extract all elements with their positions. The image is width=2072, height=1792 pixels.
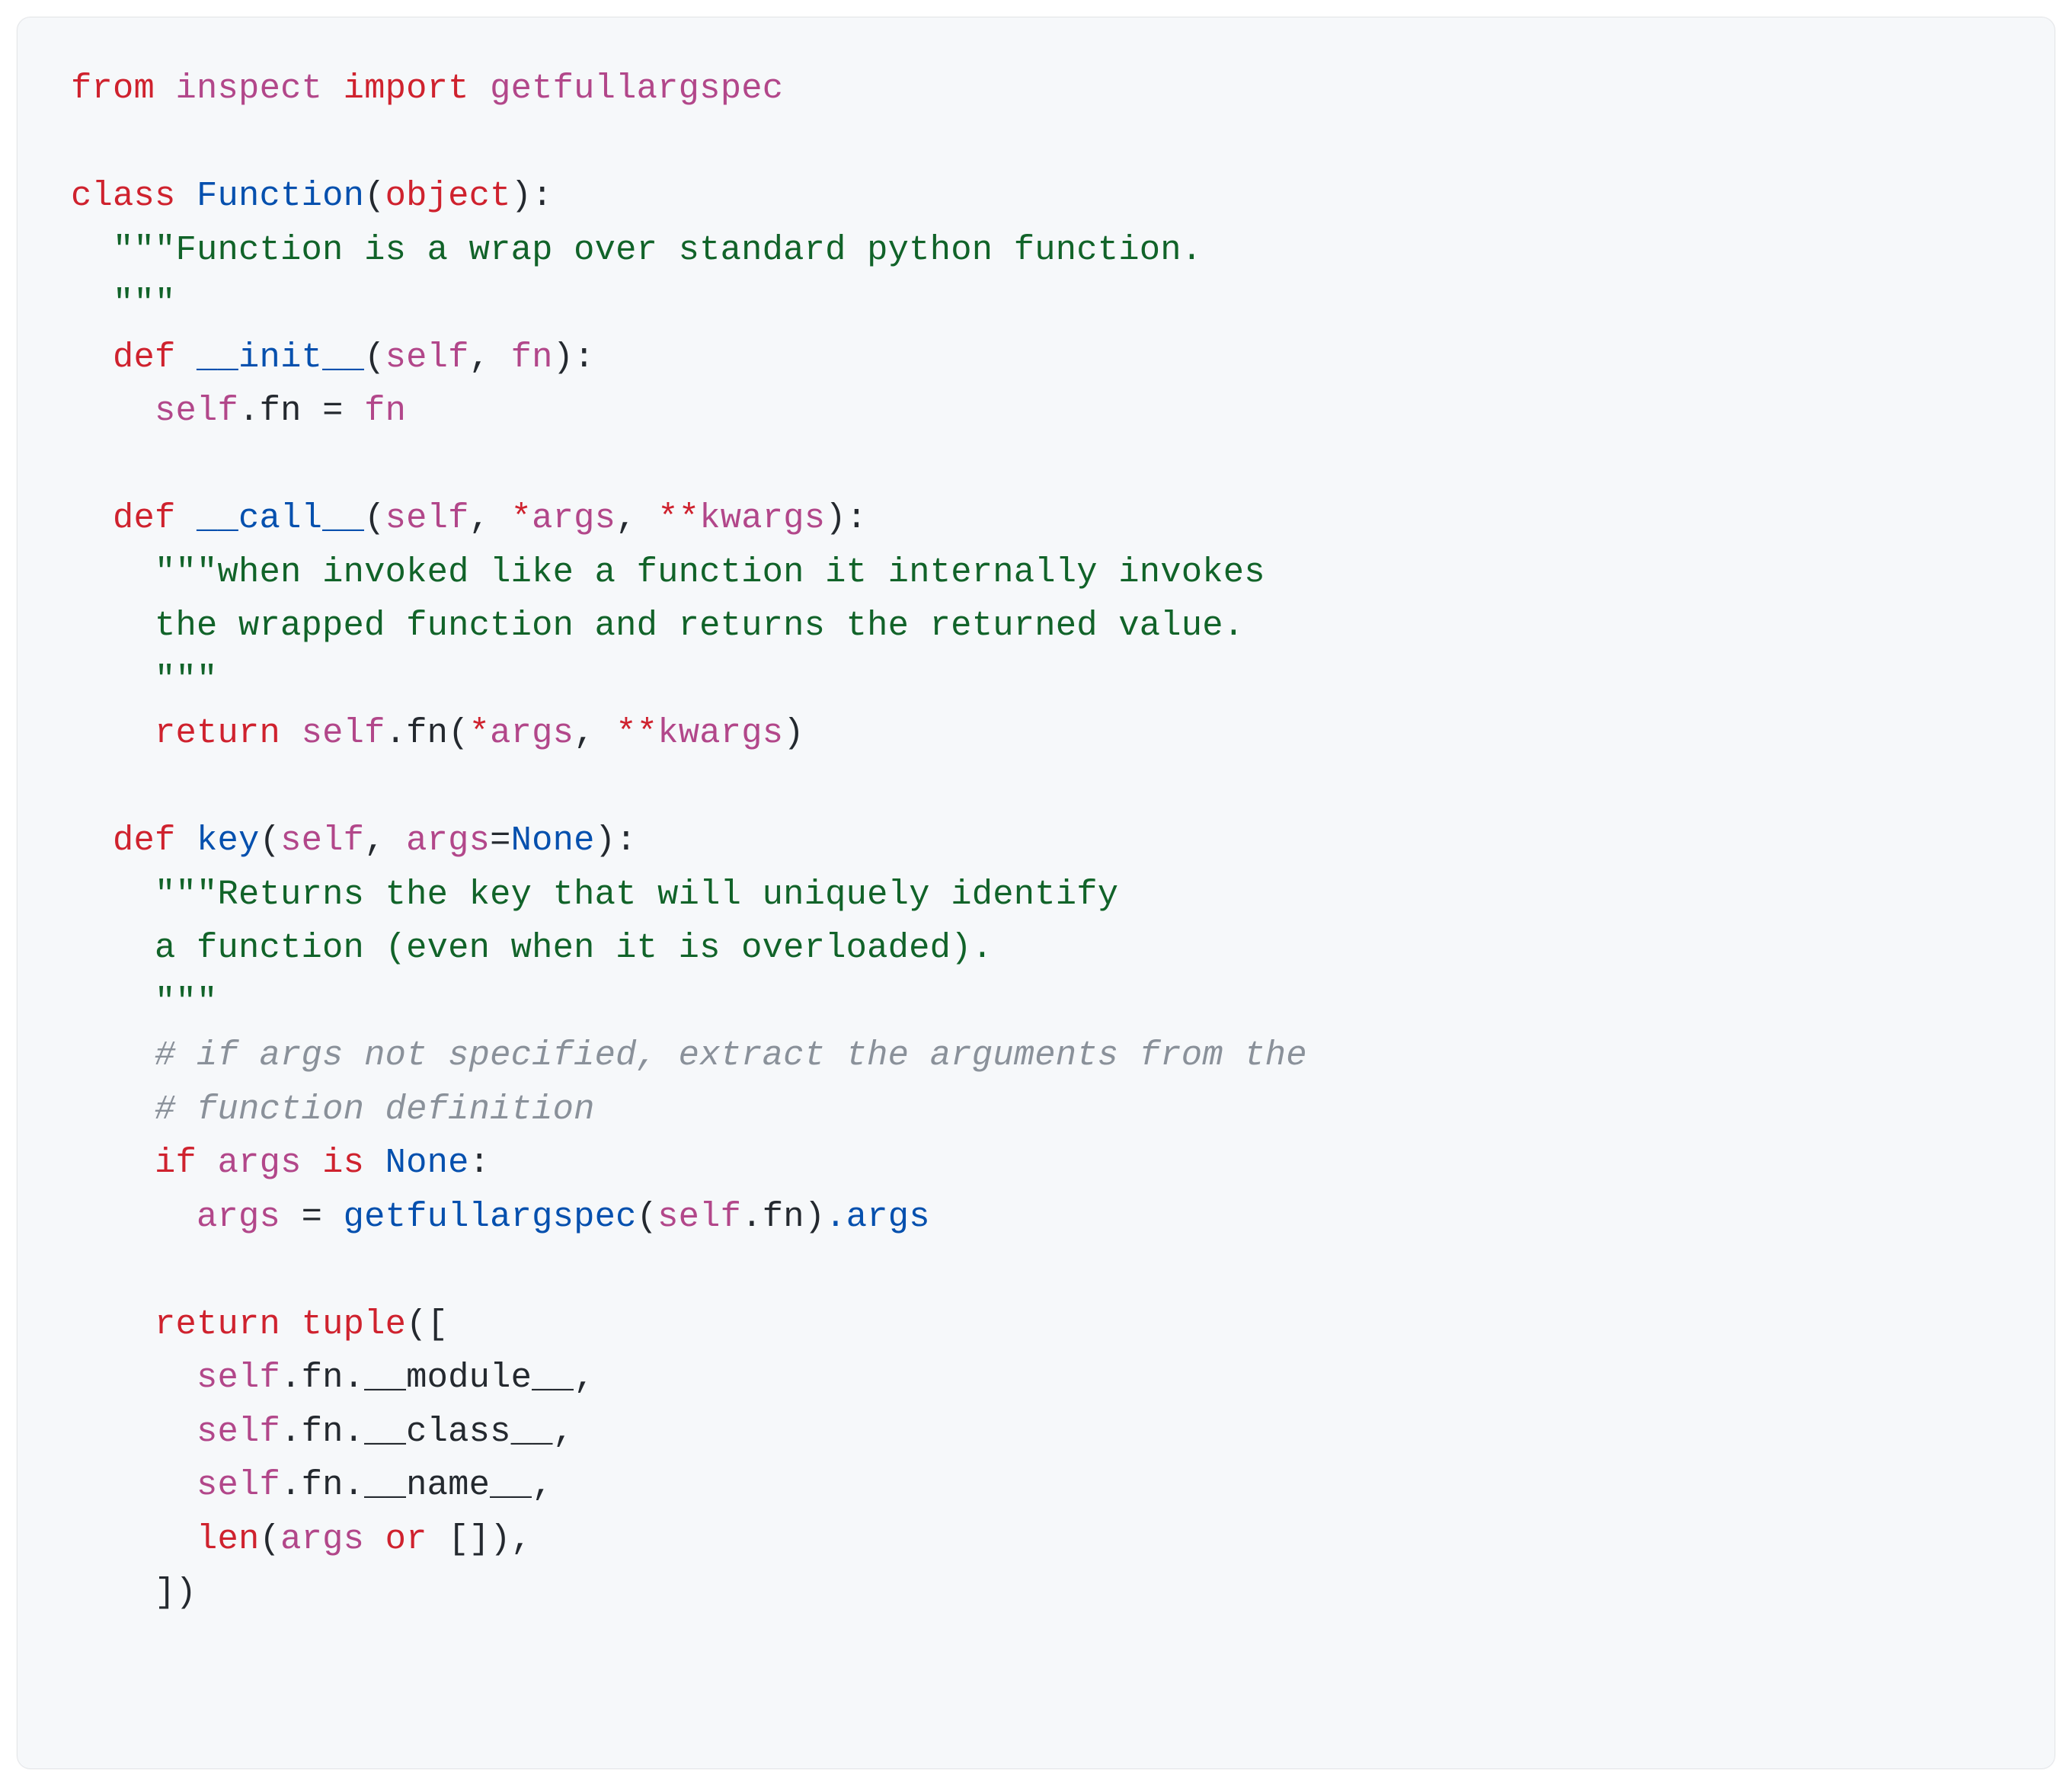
func-init: __init__ xyxy=(197,338,364,377)
arg-self: self xyxy=(385,338,469,377)
builtin-object: object xyxy=(385,176,511,216)
module-inspect: inspect xyxy=(176,69,323,108)
var-self: self xyxy=(197,1465,280,1505)
docstring: """Function is a wrap over standard pyth… xyxy=(113,230,1202,270)
call-getfullargspec: getfullargspec xyxy=(344,1197,637,1237)
const-none: None xyxy=(511,821,595,860)
text: .fn( xyxy=(385,713,469,753)
keyword-import: import xyxy=(344,69,469,108)
keyword-from: from xyxy=(71,69,155,108)
var-self: self xyxy=(657,1197,741,1237)
paren: ( xyxy=(364,176,385,216)
func-key: key xyxy=(197,821,260,860)
var-self: self xyxy=(197,1412,280,1451)
attr-args: .args xyxy=(825,1197,930,1237)
docstring: a function (even when it is overloaded). xyxy=(71,928,993,968)
var-args: args xyxy=(218,1143,302,1182)
keyword-def: def xyxy=(113,821,176,860)
keyword-return: return xyxy=(155,713,280,753)
arg-self: self xyxy=(385,498,469,538)
arg-self: self xyxy=(280,821,364,860)
paren: ): xyxy=(511,176,553,216)
var-self: self xyxy=(197,1358,280,1397)
arg-args: args xyxy=(532,498,616,538)
keyword-def: def xyxy=(113,498,176,538)
arg-args: args xyxy=(406,821,490,860)
var-args: args xyxy=(280,1519,364,1559)
comment: # function definition xyxy=(155,1090,595,1129)
code-block: from inspect import getfullargspec class… xyxy=(17,17,2055,1769)
keyword-or: or xyxy=(385,1519,427,1559)
keyword-return: return xyxy=(155,1304,280,1344)
text: .fn.__module__, xyxy=(280,1358,595,1397)
text: = xyxy=(280,1197,344,1237)
builtin-tuple: tuple xyxy=(302,1304,407,1344)
text: .fn xyxy=(741,1197,804,1237)
docstring: """Returns the key that will uniquely id… xyxy=(155,875,1118,914)
docstring: """when invoked like a function it inter… xyxy=(155,552,1265,592)
docstring: the wrapped function and returns the ret… xyxy=(71,606,1244,645)
text: .fn.__name__, xyxy=(280,1465,553,1505)
text: .fn = xyxy=(238,391,364,430)
keyword-def: def xyxy=(113,338,176,377)
keyword-if: if xyxy=(155,1143,197,1182)
docstring: """ xyxy=(71,982,218,1022)
const-none: None xyxy=(385,1143,469,1182)
code-content: from inspect import getfullargspec class… xyxy=(71,62,2001,1620)
var-self: self xyxy=(155,391,238,430)
text: .fn.__class__, xyxy=(280,1412,574,1451)
var-self: self xyxy=(302,713,385,753)
docstring: """ xyxy=(71,660,218,699)
arg-fn: fn xyxy=(511,338,553,377)
var-fn: fn xyxy=(364,391,406,430)
arg-kwargs: kwargs xyxy=(699,498,825,538)
name-getfullargspec: getfullargspec xyxy=(490,69,783,108)
keyword-is: is xyxy=(322,1143,364,1182)
keyword-class: class xyxy=(71,176,176,216)
var-args: args xyxy=(490,713,574,753)
class-name: Function xyxy=(197,176,364,216)
var-args: args xyxy=(197,1197,280,1237)
builtin-len: len xyxy=(197,1519,260,1559)
comment: # if args not specified, extract the arg… xyxy=(155,1035,1307,1075)
var-kwargs: kwargs xyxy=(657,713,783,753)
func-call: __call__ xyxy=(197,498,364,538)
docstring: """ xyxy=(71,283,176,323)
